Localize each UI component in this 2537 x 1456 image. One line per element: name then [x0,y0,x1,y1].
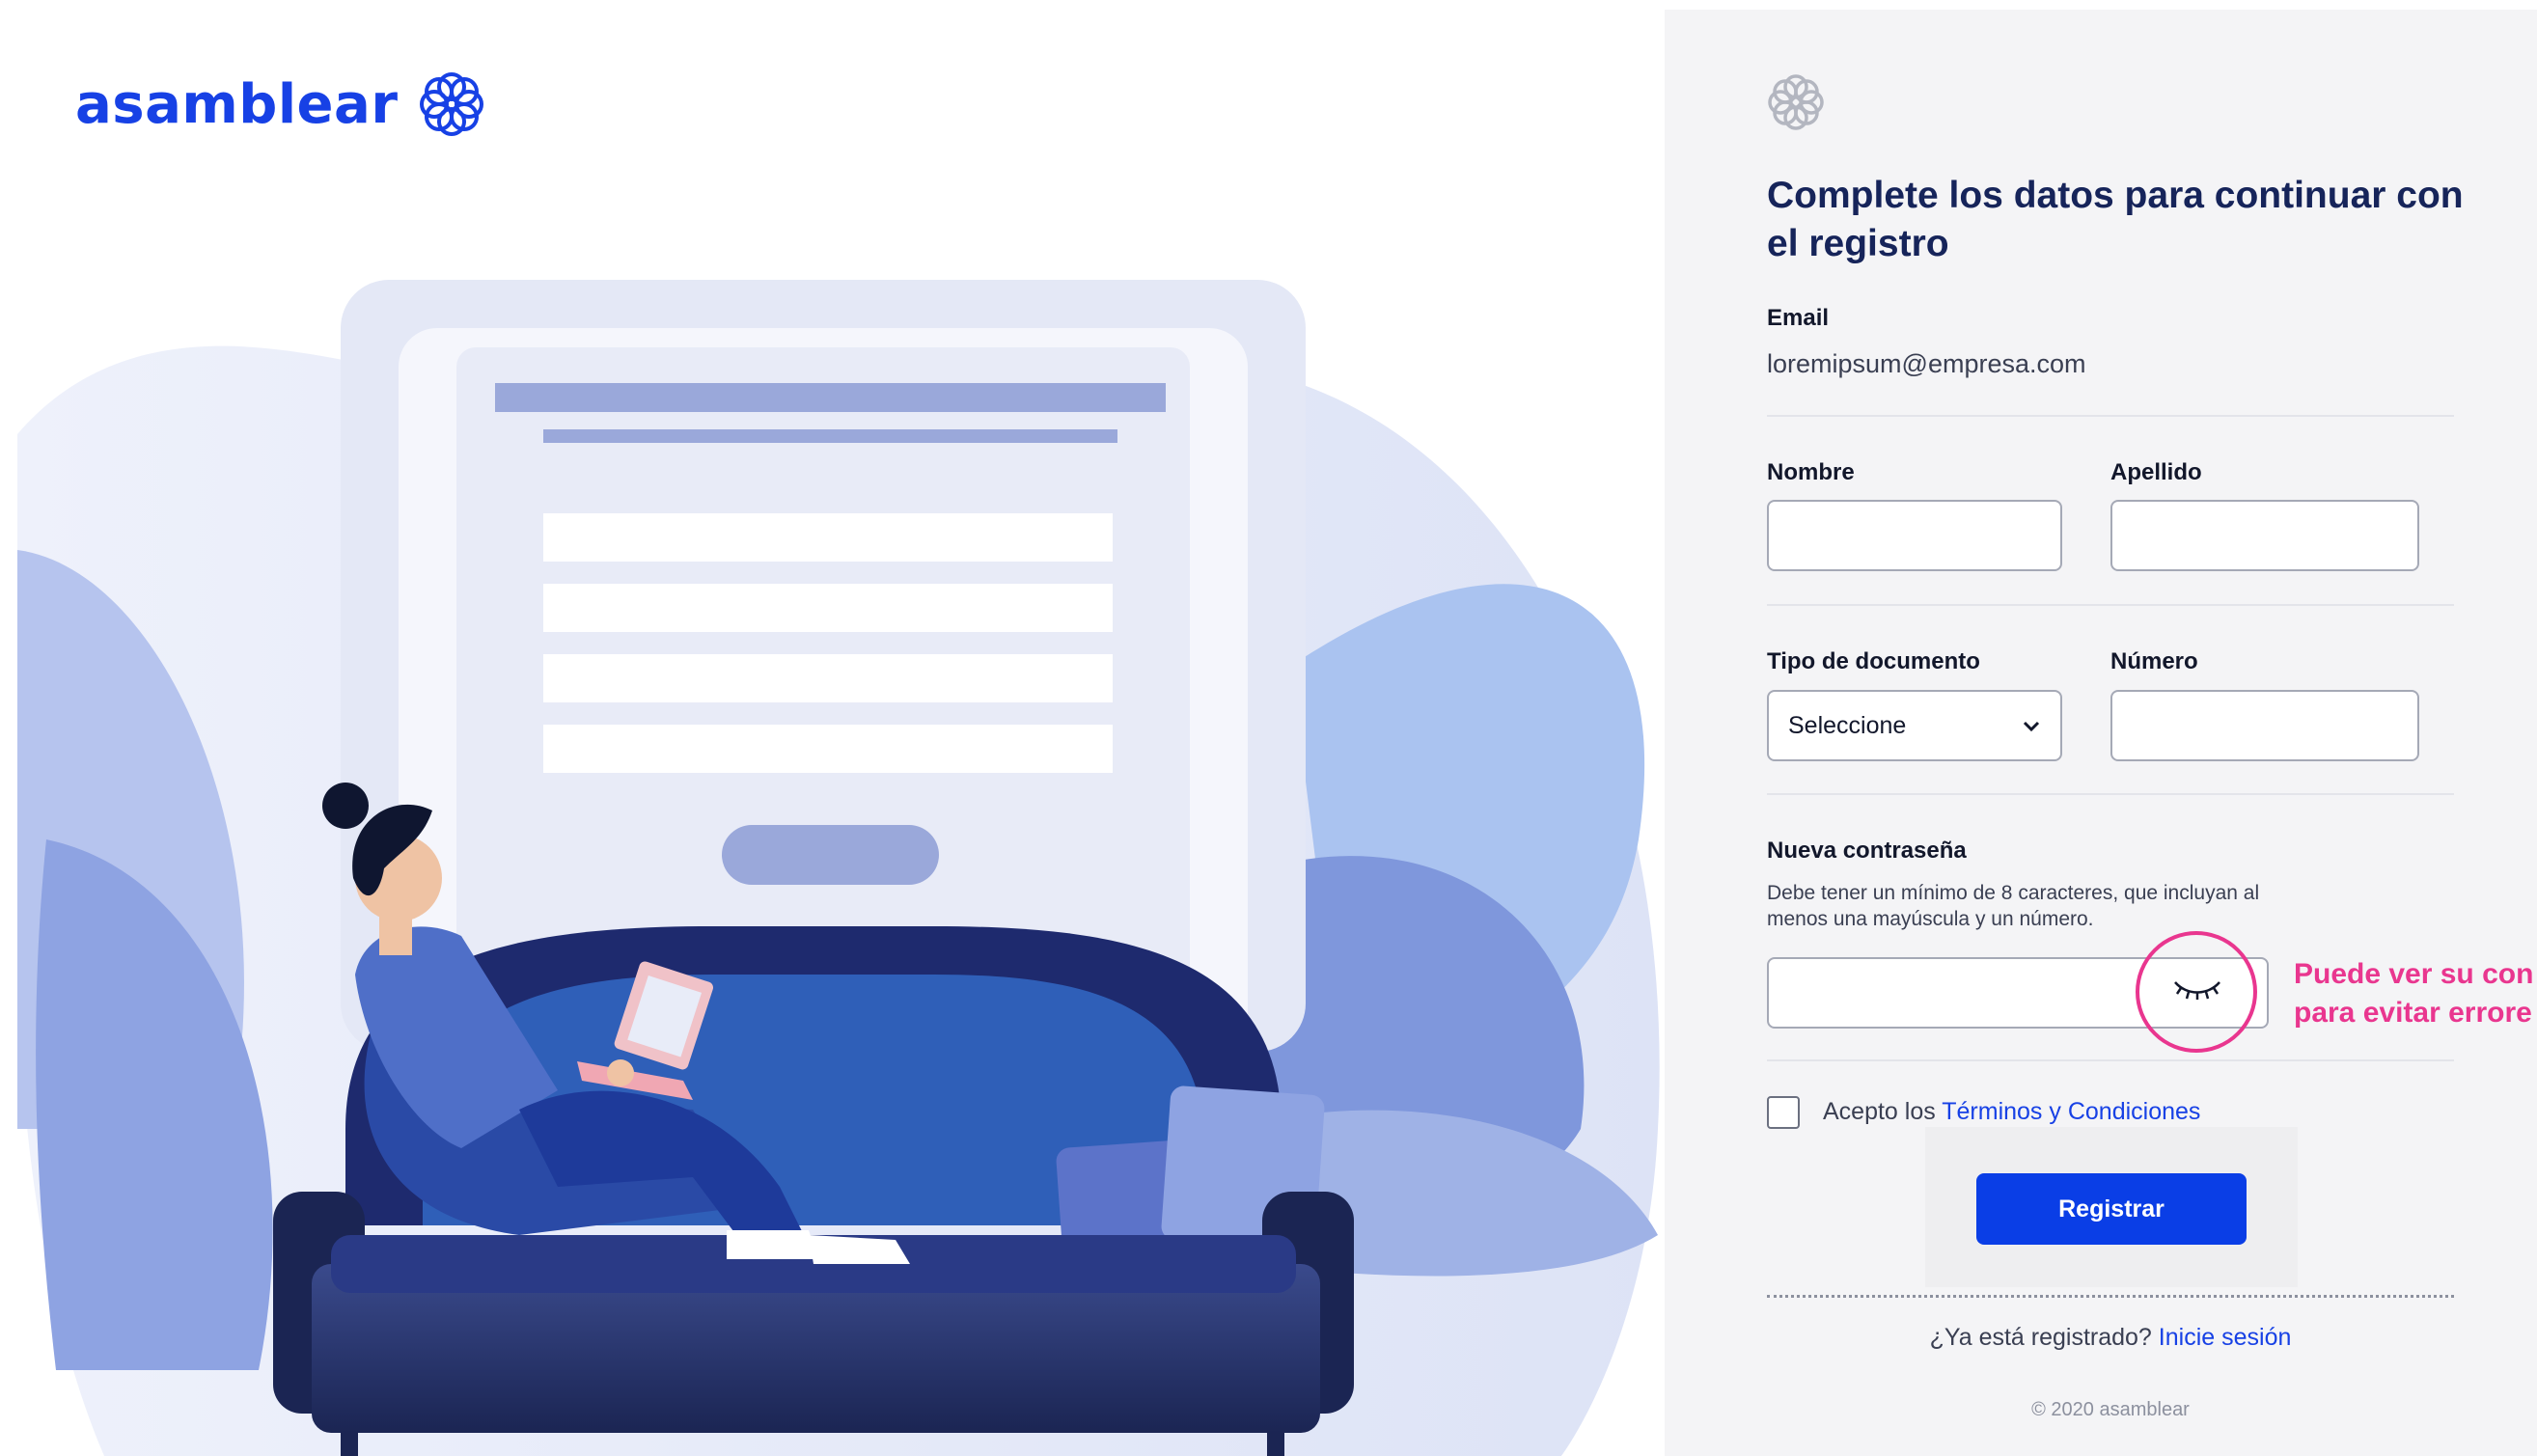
flower-logo-icon [1768,74,1824,130]
nombre-input[interactable] [1767,500,2062,571]
callout-line: Puede ver su con [2294,958,2534,990]
apellido-label: Apellido [2110,459,2202,485]
nombre-label: Nombre [1767,459,1855,485]
divider [1767,793,2454,795]
hero-illustration [17,280,1660,1456]
divider [1767,604,2454,606]
terms-checkbox[interactable] [1767,1096,1800,1129]
login-prefix: ¿Ya está registrado? [1929,1324,2152,1351]
page-title: Complete los datos para continuar con el… [1767,175,2464,264]
password-hint: Debe tener un mínimo de 8 caracteres, qu… [1767,882,2260,930]
tipo-documento-label: Tipo de documento [1767,648,1980,674]
hero-section: asamblear [0,0,1665,1456]
numero-input[interactable] [2110,690,2419,761]
apellido-input[interactable] [2110,500,2419,571]
brand-name: asamblear [75,72,399,136]
password-label: Nueva contraseña [1767,838,1967,864]
terms-text: Acepto los Términos y Condiciones [1823,1098,2200,1126]
numero-label: Número [2110,648,2198,674]
callout-line: para evitar errore [2294,997,2532,1029]
register-button[interactable]: Registrar [1976,1173,2247,1245]
flower-logo-icon [420,72,484,136]
divider [1767,1059,2454,1061]
email-label: Email [1767,305,1830,331]
select-value: Seleccione [1788,711,1907,739]
login-link[interactable]: Inicie sesión [2159,1324,2292,1351]
eye-closed-icon[interactable] [2171,975,2223,1005]
brand: asamblear [75,69,486,139]
registration-panel: Complete los datos para continuar con el… [1665,10,2537,1456]
footer-copyright: © 2020 asamblear [2031,1399,2190,1420]
email-value: loremipsum@empresa.com [1767,349,2086,378]
dotted-divider [1767,1295,2454,1298]
divider [1767,415,2454,417]
tipo-documento-select[interactable]: Seleccione [1767,690,2062,761]
chevron-down-icon [2023,721,2040,732]
login-prompt: ¿Ya está registrado? Inicie sesión [1665,1324,2537,1352]
terms-link[interactable]: Términos y Condiciones [1942,1098,2200,1125]
annotation-callout: Puede ver su con para evitar errore [2294,955,2537,1032]
terms-prefix: Acepto los [1823,1098,1936,1125]
